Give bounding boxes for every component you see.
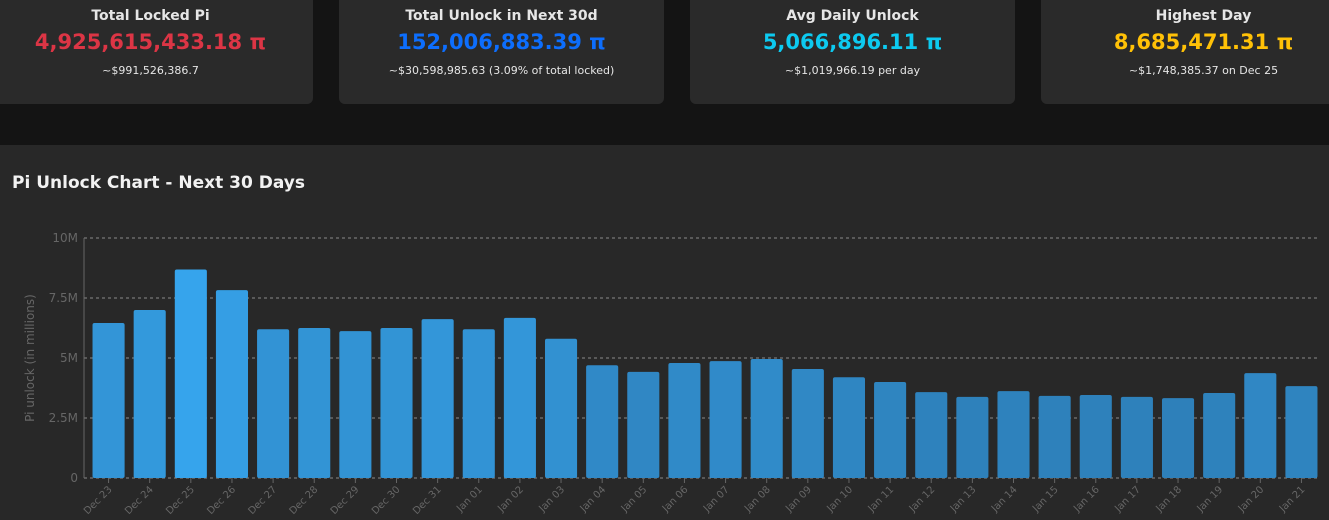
x-tick-label: Jan 12 [907, 484, 938, 515]
bar[interactable] [503, 317, 536, 478]
x-tick-label: Jan 16 [1071, 484, 1102, 515]
y-tick-label: 7.5M [49, 291, 78, 305]
stat-card: Total Unlock in Next 30d 152,006,883.39 … [339, 0, 664, 104]
bar[interactable] [997, 391, 1030, 478]
bar[interactable] [874, 382, 907, 478]
bar[interactable] [750, 358, 783, 478]
x-tick-label: Jan 19 [1195, 484, 1226, 515]
stat-subtext: ~$1,748,385.37 on Dec 25 [1128, 64, 1279, 77]
x-tick-label: Dec 24 [123, 484, 156, 517]
bar[interactable] [1244, 373, 1277, 478]
stat-title: Total Locked Pi [91, 8, 210, 24]
x-tick-label: Jan 04 [578, 484, 609, 515]
x-tick-label: Jan 02 [495, 484, 526, 515]
x-tick-label: Jan 01 [454, 484, 485, 515]
y-tick-label: 5M [60, 351, 78, 365]
x-tick-label: Jan 07 [701, 484, 732, 515]
chart-panel: Pi Unlock Chart - Next 30 Days 0 2.5M 5M 7.… [0, 145, 1329, 520]
bar[interactable] [92, 322, 125, 478]
x-tick-label: Jan 13 [948, 484, 979, 515]
stat-card: Avg Daily Unlock 5,066,896.11 π ~$1,019,… [690, 0, 1015, 104]
bar[interactable] [339, 331, 372, 478]
x-tick-label: Dec 26 [205, 484, 238, 517]
x-tick-label: Dec 29 [329, 484, 362, 517]
bar[interactable] [257, 329, 290, 478]
bar[interactable] [791, 369, 824, 478]
x-tick-label: Jan 06 [660, 484, 691, 515]
stat-value: 5,066,896.11 π [762, 30, 943, 54]
bar[interactable] [832, 377, 866, 478]
bar[interactable] [709, 361, 742, 478]
stat-subtext: ~$991,526,386.7 [102, 64, 199, 77]
y-tick-label: 10M [52, 231, 78, 245]
bar-chart: 0 2.5M 5M 7.5M 10M Pi unlock (in millions) Dec… [23, 231, 1320, 517]
stat-title: Total Unlock in Next 30d [405, 8, 598, 24]
stat-value: 4,925,615,433.18 π [34, 30, 267, 54]
x-tick-label: Jan 20 [1236, 484, 1267, 515]
bar[interactable] [1079, 394, 1112, 478]
x-tick-label: Dec 25 [164, 484, 197, 517]
x-tick-label: Jan 09 [783, 484, 814, 515]
bar[interactable] [544, 338, 578, 478]
bar[interactable] [956, 396, 989, 478]
x-tick-label: Jan 15 [1030, 484, 1061, 515]
bar[interactable] [298, 328, 331, 478]
bar[interactable] [586, 365, 619, 478]
x-tick-label: Dec 31 [411, 484, 444, 517]
y-tick-label: 0 [70, 471, 78, 485]
bar[interactable] [133, 310, 166, 478]
bar[interactable] [1203, 393, 1236, 478]
bar[interactable] [915, 392, 948, 478]
x-tick-label: Jan 10 [824, 484, 855, 515]
stat-title: Avg Daily Unlock [786, 8, 919, 24]
bar[interactable] [462, 329, 495, 478]
bar[interactable] [1161, 398, 1195, 478]
x-tick-label: Jan 05 [619, 484, 650, 515]
stat-value: 8,685,471.31 π [1113, 30, 1294, 54]
bar[interactable] [215, 290, 249, 478]
stat-value: 152,006,883.39 π [397, 30, 606, 54]
bar[interactable] [1285, 386, 1318, 478]
bar[interactable] [668, 363, 701, 478]
stat-title: Highest Day [1155, 8, 1252, 24]
bar[interactable] [1038, 395, 1071, 478]
stat-card: Highest Day 8,685,471.31 π ~$1,748,385.3… [1041, 0, 1329, 104]
y-tick-label: 2.5M [49, 411, 78, 425]
x-tick-label: Jan 03 [537, 484, 568, 515]
x-tick-label: Jan 08 [742, 484, 773, 515]
stat-subtext: ~$30,598,985.63 (3.09% of total locked) [388, 64, 615, 77]
bar[interactable] [627, 371, 660, 478]
stat-subtext: ~$1,019,966.19 per day [784, 64, 921, 77]
bar[interactable] [1120, 396, 1153, 478]
bar[interactable] [174, 269, 207, 478]
stat-card: Total Locked Pi 4,925,615,433.18 π ~$991… [0, 0, 313, 104]
x-tick-label: Jan 17 [1112, 484, 1143, 515]
bar[interactable] [380, 328, 413, 478]
y-axis-label: Pi unlock (in millions) [23, 294, 37, 422]
x-tick-label: Jan 14 [989, 484, 1020, 515]
x-tick-label: Dec 27 [247, 484, 280, 517]
x-tick-label: Dec 30 [370, 484, 403, 517]
x-tick-label: Jan 11 [866, 484, 897, 515]
x-tick-label: Dec 23 [82, 484, 115, 517]
x-tick-label: Jan 18 [1154, 484, 1185, 515]
x-tick-label: Jan 21 [1277, 484, 1308, 515]
bar[interactable] [421, 319, 454, 478]
x-tick-label: Dec 28 [288, 484, 321, 517]
